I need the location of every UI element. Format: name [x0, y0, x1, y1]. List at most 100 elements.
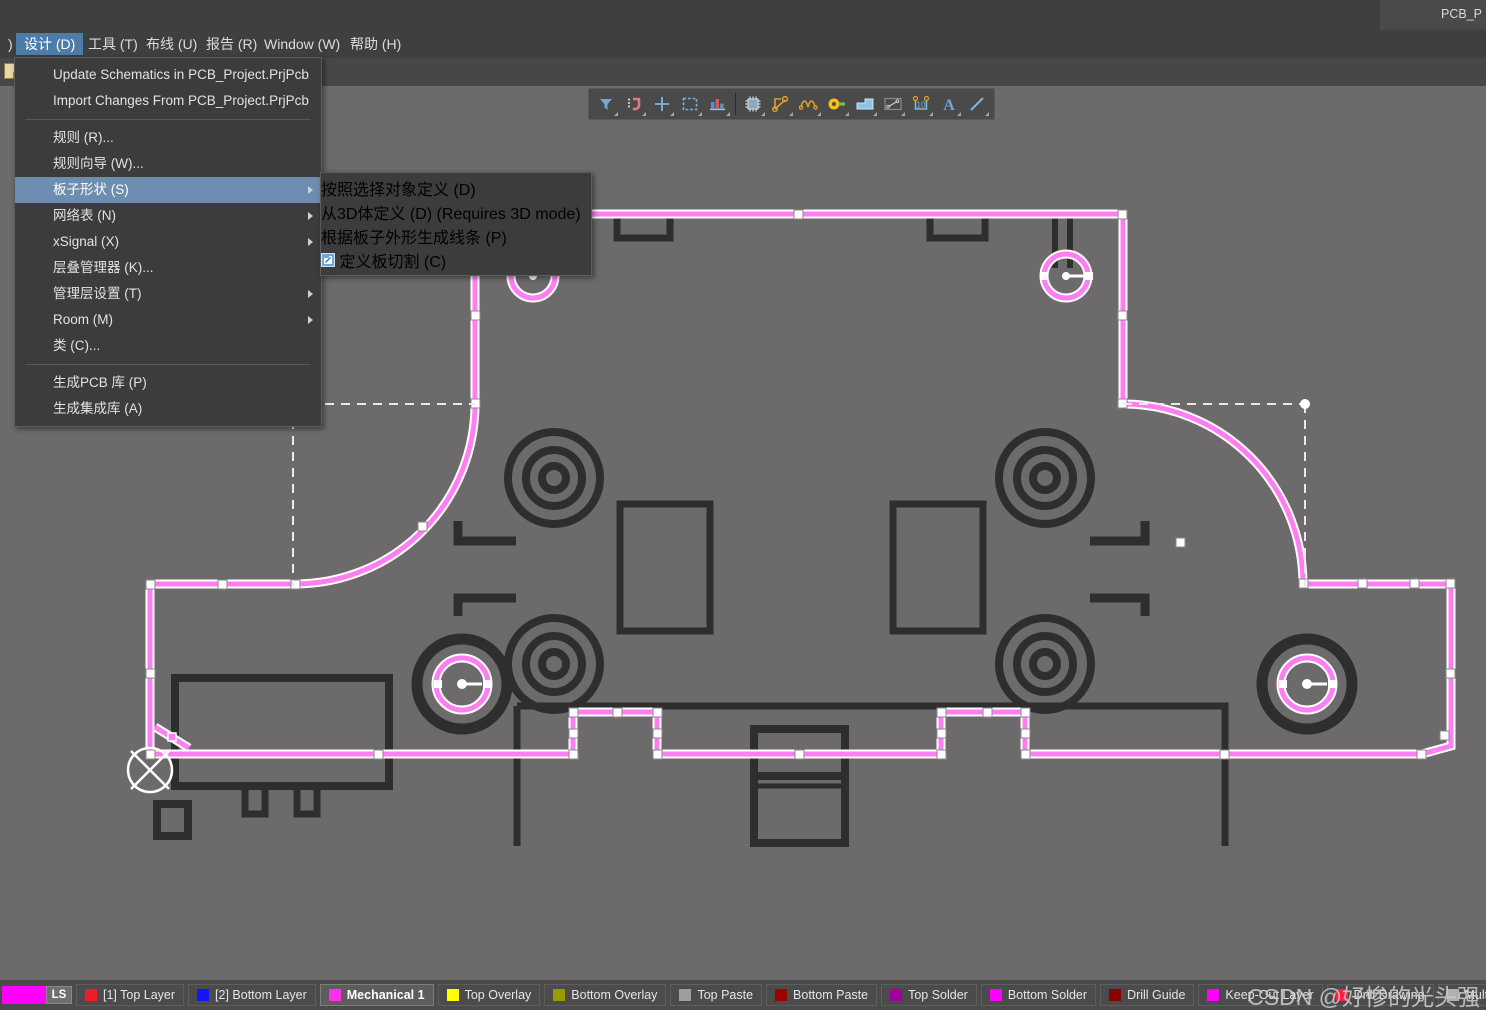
menu-item-route[interactable]: 布线 (U)	[138, 33, 205, 55]
menu-room[interactable]: Room (M)	[15, 307, 321, 333]
handle	[568, 728, 579, 739]
pad-via-icon[interactable]	[823, 91, 851, 117]
hole-handle-1b	[1085, 272, 1093, 280]
magnet-snap-icon[interactable]	[620, 91, 648, 117]
text-string-icon[interactable]: A	[935, 91, 963, 117]
handle	[1219, 749, 1230, 760]
layer-tab-drill-drawing[interactable]: Drill Drawing	[1326, 984, 1434, 1006]
menu-classes[interactable]: 类 (C)...	[15, 333, 321, 359]
menu-layer-stack-manager[interactable]: 层叠管理器 (K)...	[15, 255, 321, 281]
menu-item-window[interactable]: Window (W)	[256, 33, 348, 55]
layer-color-swatch	[1207, 989, 1220, 1001]
menu-make-pcb-library[interactable]: 生成PCB 库 (P)	[15, 370, 321, 396]
dropdown-corner	[901, 112, 905, 116]
menu-make-integrated-library[interactable]: 生成集成库 (A)	[15, 396, 321, 422]
filter-icon[interactable]	[592, 91, 620, 117]
route-track-icon[interactable]	[767, 91, 795, 117]
layer-tab-bottom-paste[interactable]: Bottom Paste	[766, 984, 878, 1006]
menu-bar[interactable]: ) 设计 (D) 工具 (T) 布线 (U) 报告 (R) Window (W)…	[0, 30, 1486, 59]
handle	[470, 310, 481, 321]
layer-tab-multi-layer[interactable]: Multi-Layer	[1437, 984, 1486, 1006]
menu-separator-2	[25, 364, 311, 365]
layer-tab-label: Multi-Layer	[1464, 988, 1486, 1002]
layer-tab-bottom-overlay[interactable]: Bottom Overlay	[544, 984, 667, 1006]
chevron-right-icon	[308, 316, 313, 324]
polygon-pour-icon[interactable]	[851, 91, 879, 117]
layer-tab-top-solder[interactable]: Top Solder	[881, 984, 977, 1006]
handle	[1409, 578, 1420, 589]
handle	[982, 707, 993, 718]
menu-item-tools[interactable]: 工具 (T)	[80, 33, 146, 55]
layer-tab-bottom-solder[interactable]: Bottom Solder	[980, 984, 1097, 1006]
design-dropdown-menu[interactable]: Update Schematics in PCB_Project.PrjPcb …	[14, 57, 322, 427]
silk-ring-inner-3	[1029, 462, 1061, 494]
submenu-define-from-selected-objects[interactable]: 按照选择对象定义 (D)	[321, 176, 591, 200]
silk-bracket-right	[926, 218, 989, 242]
layer-tab-top-layer[interactable]: [1] Top Layer	[76, 984, 185, 1006]
menu-rules[interactable]: 规则 (R)...	[15, 125, 321, 151]
layer-color-swatch	[1446, 989, 1459, 1001]
layer-stack-icon[interactable]	[704, 91, 732, 117]
component-chip-icon[interactable]	[739, 91, 767, 117]
layer-tab-label: [1] Top Layer	[103, 988, 176, 1002]
board-shape-submenu[interactable]: 按照选择对象定义 (D) 从3D体定义 (D) (Requires 3D mod…	[320, 172, 592, 276]
chevron-right-icon	[308, 238, 313, 246]
origin-diag-handle	[167, 732, 177, 742]
menu-import-changes[interactable]: Import Changes From PCB_Project.PrjPcb	[15, 88, 321, 114]
guide-endpoints	[1300, 399, 1310, 409]
layer-set-selector[interactable]: LS	[2, 984, 72, 1006]
silk-ring-outer-3	[995, 428, 1095, 528]
submenu-define-from-3d-body: 从3D体定义 (D) (Requires 3D mode)	[321, 206, 581, 223]
layer-color-swatch	[328, 989, 341, 1001]
menu-separator-1	[25, 119, 311, 120]
handle	[1439, 730, 1450, 741]
menu-layer-set-manager[interactable]: 管理层设置 (T)	[15, 281, 321, 307]
crosshair-origin-icon[interactable]	[648, 91, 676, 117]
submenu-define-board-cutout[interactable]: 定义板切割 (C)	[321, 248, 591, 272]
menu-board-shape[interactable]: 板子形状 (S)	[15, 177, 321, 203]
ls-button[interactable]: LS	[46, 986, 72, 1004]
submenu-create-primitives-from-board-shape[interactable]: 根据板子外形生成线条 (P)	[321, 224, 591, 248]
construction-guides	[292, 403, 1306, 586]
layer-tab-keep-out-layer[interactable]: Keep-Out Layer	[1198, 984, 1323, 1006]
layer-tab-top-overlay[interactable]: Top Overlay	[437, 984, 541, 1006]
silk-ring-mid-3	[1013, 446, 1077, 510]
board-outline-group[interactable]	[147, 211, 1454, 757]
menu-update-schematics[interactable]: Update Schematics in PCB_Project.PrjPcb	[15, 62, 321, 88]
line-icon[interactable]	[963, 91, 991, 117]
silk-bracket-left	[613, 218, 674, 242]
selection-marquee-icon[interactable]	[676, 91, 704, 117]
menu-netlist[interactable]: 网络表 (N)	[15, 203, 321, 229]
layer-tab-label: Top Paste	[697, 988, 754, 1002]
layer-tab-label: Bottom Overlay	[571, 988, 658, 1002]
menu-item-help[interactable]: 帮助 (H)	[342, 33, 409, 55]
layer-tab-bottom-layer[interactable]: [2] Bottom Layer	[188, 984, 316, 1006]
layer-tab-drill-guide[interactable]: Drill Guide	[1100, 984, 1195, 1006]
layer-tab-label: Drill Guide	[1127, 988, 1186, 1002]
dimension-icon[interactable]	[879, 91, 907, 117]
silk-mid-rect-right	[889, 500, 987, 635]
silk-pin-left-1	[241, 786, 269, 818]
menu-xsignal[interactable]: xSignal (X)	[15, 229, 321, 255]
layer-color-swatch	[85, 989, 97, 1001]
handle	[1020, 728, 1031, 739]
svg-text:A: A	[943, 97, 955, 113]
layer-tab-top-paste[interactable]: Top Paste	[670, 984, 763, 1006]
differential-pair-icon[interactable]	[795, 91, 823, 117]
handle	[652, 728, 663, 739]
layer-tab-bar[interactable]: LS [1] Top Layer [2] Bottom Layer Mechan…	[0, 980, 1486, 1010]
coordinate-icon[interactable]: 10	[907, 91, 935, 117]
handle	[1445, 668, 1456, 679]
menu-rule-wizard[interactable]: 规则向导 (W)...	[15, 151, 321, 177]
layer-tab-mechanical-1[interactable]: Mechanical 1	[319, 984, 434, 1006]
layer-tab-label: Keep-Out Layer	[1225, 988, 1314, 1002]
silk-pin-left-2	[293, 786, 321, 818]
menu-item-design[interactable]: 设计 (D)	[16, 33, 84, 55]
layer-color-swatch	[679, 989, 692, 1001]
silk-ring-mid-2	[522, 632, 586, 696]
menu-xsignal-label: xSignal (X)	[53, 234, 120, 249]
chevron-right-icon	[308, 212, 313, 220]
dropdown-corner	[873, 112, 877, 116]
pcb-tool-palette[interactable]: 10 A	[588, 88, 995, 120]
handle	[145, 579, 156, 590]
